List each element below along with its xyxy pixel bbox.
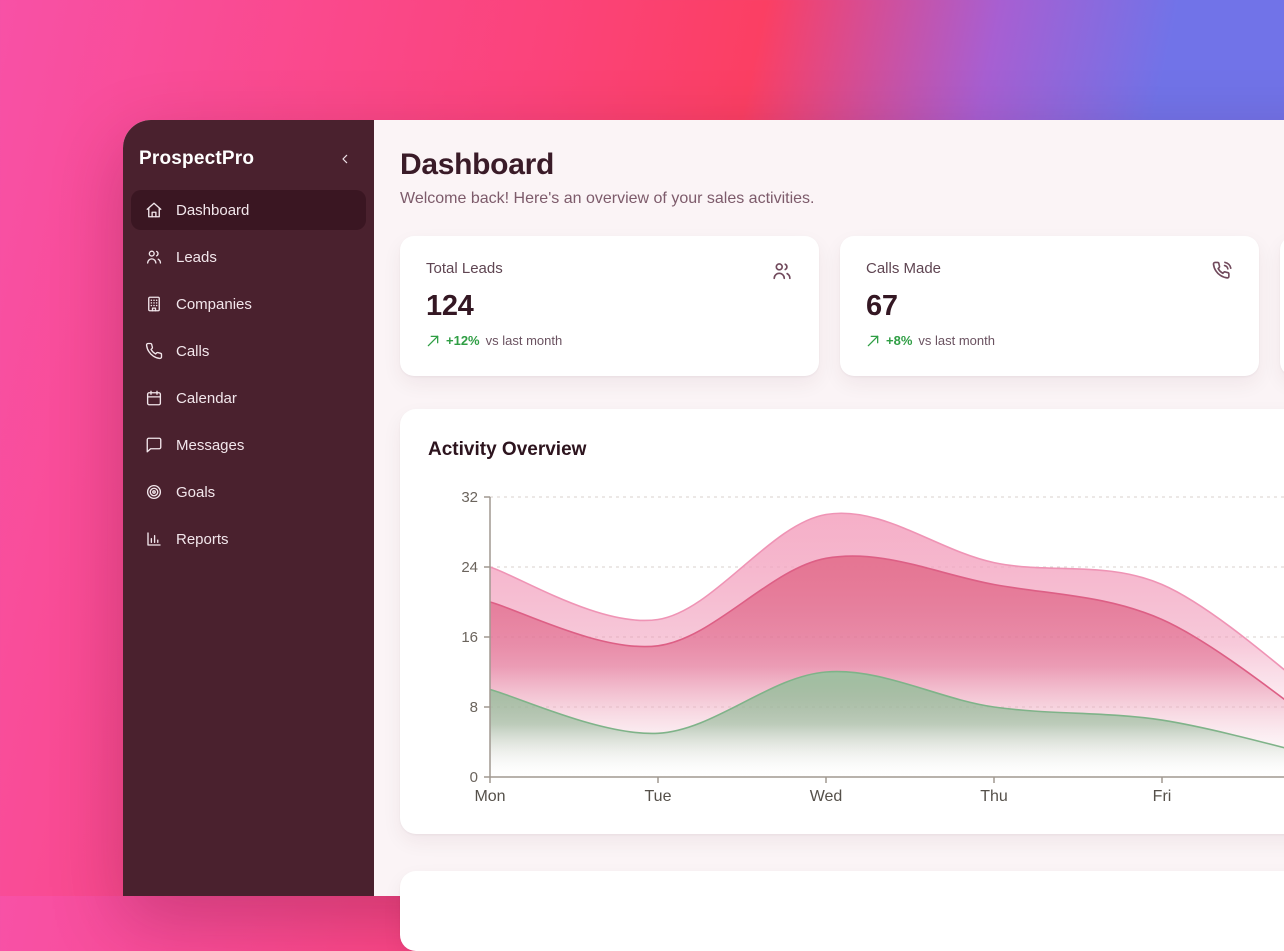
- x-tick-label: Thu: [980, 788, 1008, 805]
- users-icon: [771, 260, 793, 282]
- stat-change-percent: +12%: [446, 333, 480, 348]
- sidebar-item-leads[interactable]: Leads: [131, 237, 366, 277]
- x-tick-label: Mon: [474, 788, 505, 805]
- main-content: Dashboard Welcome back! Here's an overvi…: [374, 120, 1284, 896]
- stats-row: Total Leads 124 +12% vs last month Calls…: [400, 236, 1284, 376]
- x-tick-label: Fri: [1153, 788, 1172, 805]
- sidebar-item-calls[interactable]: Calls: [131, 331, 366, 371]
- sidebar-item-reports[interactable]: Reports: [131, 519, 366, 559]
- x-tick-label: Tue: [645, 788, 672, 805]
- target-icon: [145, 483, 163, 501]
- page-title: Dashboard: [400, 148, 1284, 183]
- sidebar-item-label: Calendar: [176, 390, 237, 407]
- sidebar-item-label: Messages: [176, 437, 244, 454]
- home-icon: [145, 201, 163, 219]
- calendar-icon: [145, 389, 163, 407]
- stat-change: +12% vs last month: [426, 333, 793, 348]
- x-tick-label: Wed: [810, 788, 843, 805]
- next-section-card-partial: [400, 871, 1284, 951]
- stat-change-note: vs last month: [918, 333, 995, 348]
- sidebar-collapse-button[interactable]: [334, 148, 356, 170]
- message-icon: [145, 436, 163, 454]
- stat-card-calls-made: Calls Made 67 +8% vs last month: [840, 236, 1259, 376]
- activity-area-chart: 08162432MonTueWedThuFriSat: [400, 409, 1284, 834]
- stat-card-partial: [1280, 236, 1284, 376]
- stat-card-header: Calls Made: [866, 260, 1233, 282]
- stat-value: 67: [866, 290, 1233, 323]
- chevron-left-icon: [337, 151, 353, 167]
- sidebar-nav: Dashboard Leads Companies Calls Calendar Mess…: [123, 190, 374, 559]
- sidebar-item-label: Companies: [176, 296, 252, 313]
- stat-change-note: vs last month: [486, 333, 563, 348]
- stat-label: Calls Made: [866, 260, 941, 277]
- bar-chart-icon: [145, 530, 163, 548]
- sidebar-item-label: Leads: [176, 249, 217, 266]
- sidebar: ProspectPro Dashboard Leads Companies Calls…: [123, 120, 374, 896]
- trend-up-icon: [866, 334, 880, 348]
- building-icon: [145, 295, 163, 313]
- sidebar-item-messages[interactable]: Messages: [131, 425, 366, 465]
- sidebar-item-label: Dashboard: [176, 202, 249, 219]
- sidebar-header: ProspectPro: [123, 144, 374, 170]
- stat-card-total-leads: Total Leads 124 +12% vs last month: [400, 236, 819, 376]
- sidebar-item-goals[interactable]: Goals: [131, 472, 366, 512]
- stat-card-header: Total Leads: [426, 260, 793, 282]
- activity-overview-card: Activity Overview 08162432MonTueWedThuFr…: [400, 409, 1284, 834]
- page-subtitle: Welcome back! Here's an overview of your…: [400, 189, 1284, 210]
- sidebar-item-label: Goals: [176, 484, 215, 501]
- phone-call-icon: [1211, 260, 1233, 282]
- app-window: ProspectPro Dashboard Leads Companies Calls…: [123, 120, 1284, 896]
- phone-icon: [145, 342, 163, 360]
- users-icon: [145, 248, 163, 266]
- sidebar-item-label: Reports: [176, 531, 229, 548]
- y-tick-label: 24: [461, 559, 478, 576]
- sidebar-item-dashboard[interactable]: Dashboard: [131, 190, 366, 230]
- sidebar-item-calendar[interactable]: Calendar: [131, 378, 366, 418]
- sidebar-item-label: Calls: [176, 343, 209, 360]
- y-tick-label: 0: [470, 769, 478, 786]
- sidebar-item-companies[interactable]: Companies: [131, 284, 366, 324]
- trend-up-icon: [426, 334, 440, 348]
- y-tick-label: 8: [470, 699, 478, 716]
- y-tick-label: 32: [461, 489, 478, 506]
- stat-label: Total Leads: [426, 260, 503, 277]
- y-tick-label: 16: [461, 629, 478, 646]
- desktop-background: { "window": { "brand": "ProspectPro" }, …: [0, 0, 1284, 896]
- stat-value: 124: [426, 290, 793, 323]
- stat-change: +8% vs last month: [866, 333, 1233, 348]
- brand-logo: ProspectPro: [139, 148, 254, 170]
- stat-change-percent: +8%: [886, 333, 912, 348]
